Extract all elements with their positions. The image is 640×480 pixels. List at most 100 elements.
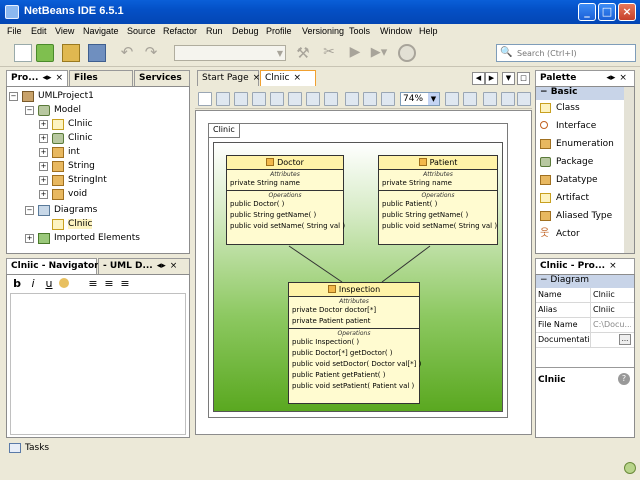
fit-to-window-icon[interactable] <box>345 92 359 106</box>
tab-files[interactable]: Files <box>69 70 133 86</box>
debug-icon[interactable]: ▶▾ <box>370 44 388 62</box>
menu-file[interactable]: File <box>7 26 22 36</box>
menu-tools[interactable]: Tools <box>349 26 370 36</box>
class-doctor[interactable]: Doctor Attributes private String name Op… <box>226 155 345 245</box>
minimize-icon[interactable]: ◂▸ <box>157 261 166 271</box>
close-tab-icon[interactable]: × <box>170 261 178 271</box>
attribute[interactable]: private String name <box>230 178 340 189</box>
undo-icon[interactable]: ↶ <box>118 44 136 62</box>
document-list-icon[interactable]: ▼ <box>502 72 515 85</box>
tab-properties[interactable]: Clniic - Pro... × <box>535 258 635 274</box>
fit-width-icon[interactable] <box>363 92 377 106</box>
expand-icon[interactable]: + <box>39 134 48 143</box>
maximize-button[interactable]: □ <box>598 3 616 21</box>
clean-build-icon[interactable]: ✂ <box>320 44 338 62</box>
bold-button[interactable]: b <box>11 278 23 290</box>
tab-navigator[interactable]: Clniic - Navigator <box>6 258 99 274</box>
property-name[interactable]: Name Clniic <box>536 288 634 303</box>
align-center-icon[interactable]: ≡ <box>103 278 115 290</box>
operation[interactable]: public void setName( String val ) <box>382 221 497 232</box>
align-left-icon[interactable]: ≡ <box>87 278 99 290</box>
expand-icon[interactable]: + <box>39 120 48 129</box>
actual-size-icon[interactable] <box>381 92 395 106</box>
garbage-collect-icon[interactable] <box>624 462 636 474</box>
scroll-tabs-right-icon[interactable]: ▶ <box>485 72 498 85</box>
minimize-icon[interactable]: ◂▸ <box>606 73 615 83</box>
zoom-in-icon[interactable] <box>445 92 459 106</box>
select-tool-icon[interactable] <box>198 92 212 106</box>
profile-icon[interactable] <box>398 44 416 62</box>
move-forward-icon[interactable] <box>483 92 497 106</box>
diagram-area[interactable]: Doctor Attributes private String name Op… <box>213 142 503 412</box>
collapse-icon[interactable]: − <box>25 106 34 115</box>
operation[interactable]: public Doctor( ) <box>230 199 340 210</box>
build-hammer-icon[interactable]: ⚒ <box>294 44 312 62</box>
operation[interactable]: public Inspection( ) <box>292 337 416 348</box>
menu-help[interactable]: Help <box>419 26 438 36</box>
expand-icon[interactable]: + <box>25 234 34 243</box>
close-tab-icon[interactable]: × <box>293 73 301 83</box>
class-inspection[interactable]: Inspection Attributes private Doctor doc… <box>288 282 421 404</box>
overview-icon[interactable] <box>288 92 302 106</box>
redo-icon[interactable]: ↷ <box>142 44 160 62</box>
zoom-out-icon[interactable] <box>463 92 477 106</box>
tab-uml-documentation[interactable]: - UML D... ◂▸ × <box>98 258 190 274</box>
operation[interactable]: public Patient getPatient( ) <box>292 370 416 381</box>
operation[interactable]: public void setName( String val ) <box>230 221 345 232</box>
expand-icon[interactable]: + <box>39 148 48 157</box>
align-right-icon[interactable]: ≡ <box>119 278 131 290</box>
operation[interactable]: public Doctor[*] getDoctor( ) <box>292 348 416 359</box>
operation[interactable]: public String getName( ) <box>230 210 340 221</box>
attribute[interactable]: private Doctor doctor[*] <box>292 305 416 316</box>
tasks-label[interactable]: Tasks <box>25 443 49 453</box>
run-icon[interactable]: ▶ <box>346 44 364 62</box>
tab-projects[interactable]: Pro... ◂▸ × <box>6 70 68 86</box>
operation[interactable]: public Patient( ) <box>382 199 494 210</box>
collapse-icon[interactable]: − <box>9 92 18 101</box>
maximize-editor-icon[interactable]: □ <box>517 72 530 85</box>
tab-clniic-diagram[interactable]: Clniic × <box>260 70 316 86</box>
menu-edit[interactable]: Edit <box>31 26 47 36</box>
hierarchical-layout-icon[interactable] <box>324 92 338 106</box>
operation[interactable]: public String getName( ) <box>382 210 494 221</box>
italic-button[interactable]: i <box>27 278 39 290</box>
documentation-text-area[interactable] <box>10 293 186 435</box>
underline-button[interactable]: u <box>43 278 55 290</box>
menu-versioning[interactable]: Versioning <box>302 26 344 36</box>
zoom-select[interactable]: 74% ▼ <box>400 92 440 106</box>
search-input[interactable] <box>517 46 633 60</box>
class-patient[interactable]: Patient Attributes private String name O… <box>378 155 498 245</box>
expand-icon[interactable]: + <box>39 190 48 199</box>
operation[interactable]: public void setDoctor( Doctor val[*] ) <box>292 359 421 370</box>
help-icon[interactable]: ? <box>618 373 630 385</box>
expand-icon[interactable]: + <box>39 176 48 185</box>
navigate-link-icon[interactable] <box>270 92 284 106</box>
configuration-select[interactable]: ▼ <box>174 45 286 61</box>
save-all-icon[interactable] <box>88 44 106 62</box>
close-tab-icon[interactable]: × <box>609 261 617 271</box>
menu-window[interactable]: Window <box>380 26 412 36</box>
diagram-canvas[interactable]: Clinic Doctor Attributes private String … <box>195 110 532 435</box>
menu-debug[interactable]: Debug <box>232 26 259 36</box>
minimize-button[interactable]: _ <box>578 3 596 21</box>
open-project-icon[interactable] <box>62 44 80 62</box>
menu-navigate[interactable]: Navigate <box>83 26 119 36</box>
color-picker-icon[interactable] <box>59 278 69 288</box>
menu-profile[interactable]: Profile <box>266 26 292 36</box>
property-alias[interactable]: Alias Clniic <box>536 303 634 318</box>
new-project-icon[interactable] <box>36 44 54 62</box>
menu-refactor[interactable]: Refactor <box>163 26 197 36</box>
collapse-icon[interactable]: − <box>25 206 34 215</box>
association-doctor-inspection[interactable] <box>288 245 343 283</box>
menu-view[interactable]: View <box>55 26 74 36</box>
menu-source[interactable]: Source <box>127 26 156 36</box>
tab-services[interactable]: Services <box>134 70 190 86</box>
close-tab-icon[interactable]: × <box>619 73 627 83</box>
tab-palette[interactable]: Palette ◂▸ × <box>535 70 635 86</box>
new-file-icon[interactable] <box>14 44 32 62</box>
scroll-tabs-left-icon[interactable]: ◀ <box>472 72 485 85</box>
close-tab-icon[interactable]: × <box>56 73 64 83</box>
menu-run[interactable]: Run <box>206 26 223 36</box>
zoom-interactive-icon[interactable] <box>234 92 248 106</box>
move-backward-icon[interactable] <box>501 92 515 106</box>
